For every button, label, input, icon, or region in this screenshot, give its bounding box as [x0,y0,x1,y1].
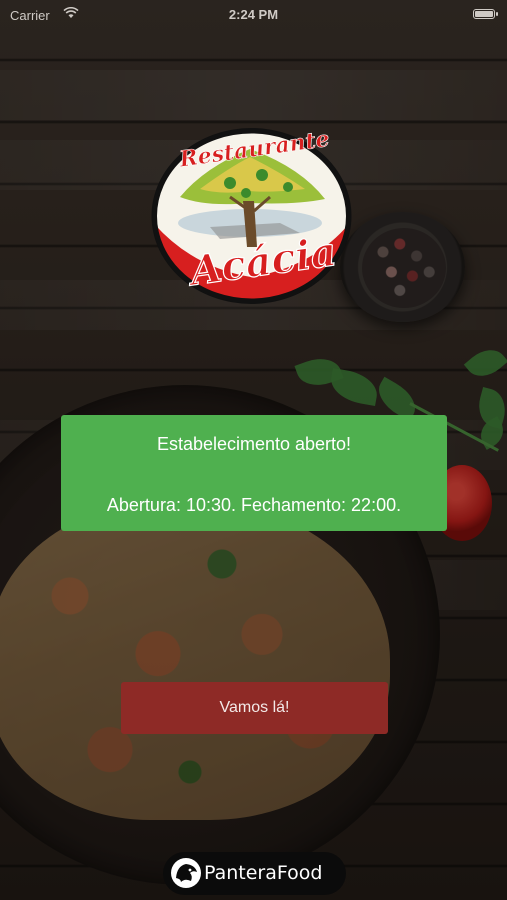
enter-button[interactable]: Vamos lá! [121,682,388,734]
battery-icon [473,9,498,19]
status-bar: Carrier 2:24 PM [0,0,507,30]
opening-hours-text: Abertura: 10:30. Fechamento: 22:00. [106,495,402,515]
open-status-text: Estabelecimento aberto! [156,434,352,454]
brand-name: PanteraFood [204,862,323,884]
restaurant-logo: Restaurante Acácia [151,127,352,304]
clock: 2:24 PM [228,7,279,22]
panther-icon [171,858,201,888]
status-card: Estabelecimento aberto! Abertura: 10:30.… [61,415,447,531]
brand-footer: PanteraFood [163,852,346,895]
